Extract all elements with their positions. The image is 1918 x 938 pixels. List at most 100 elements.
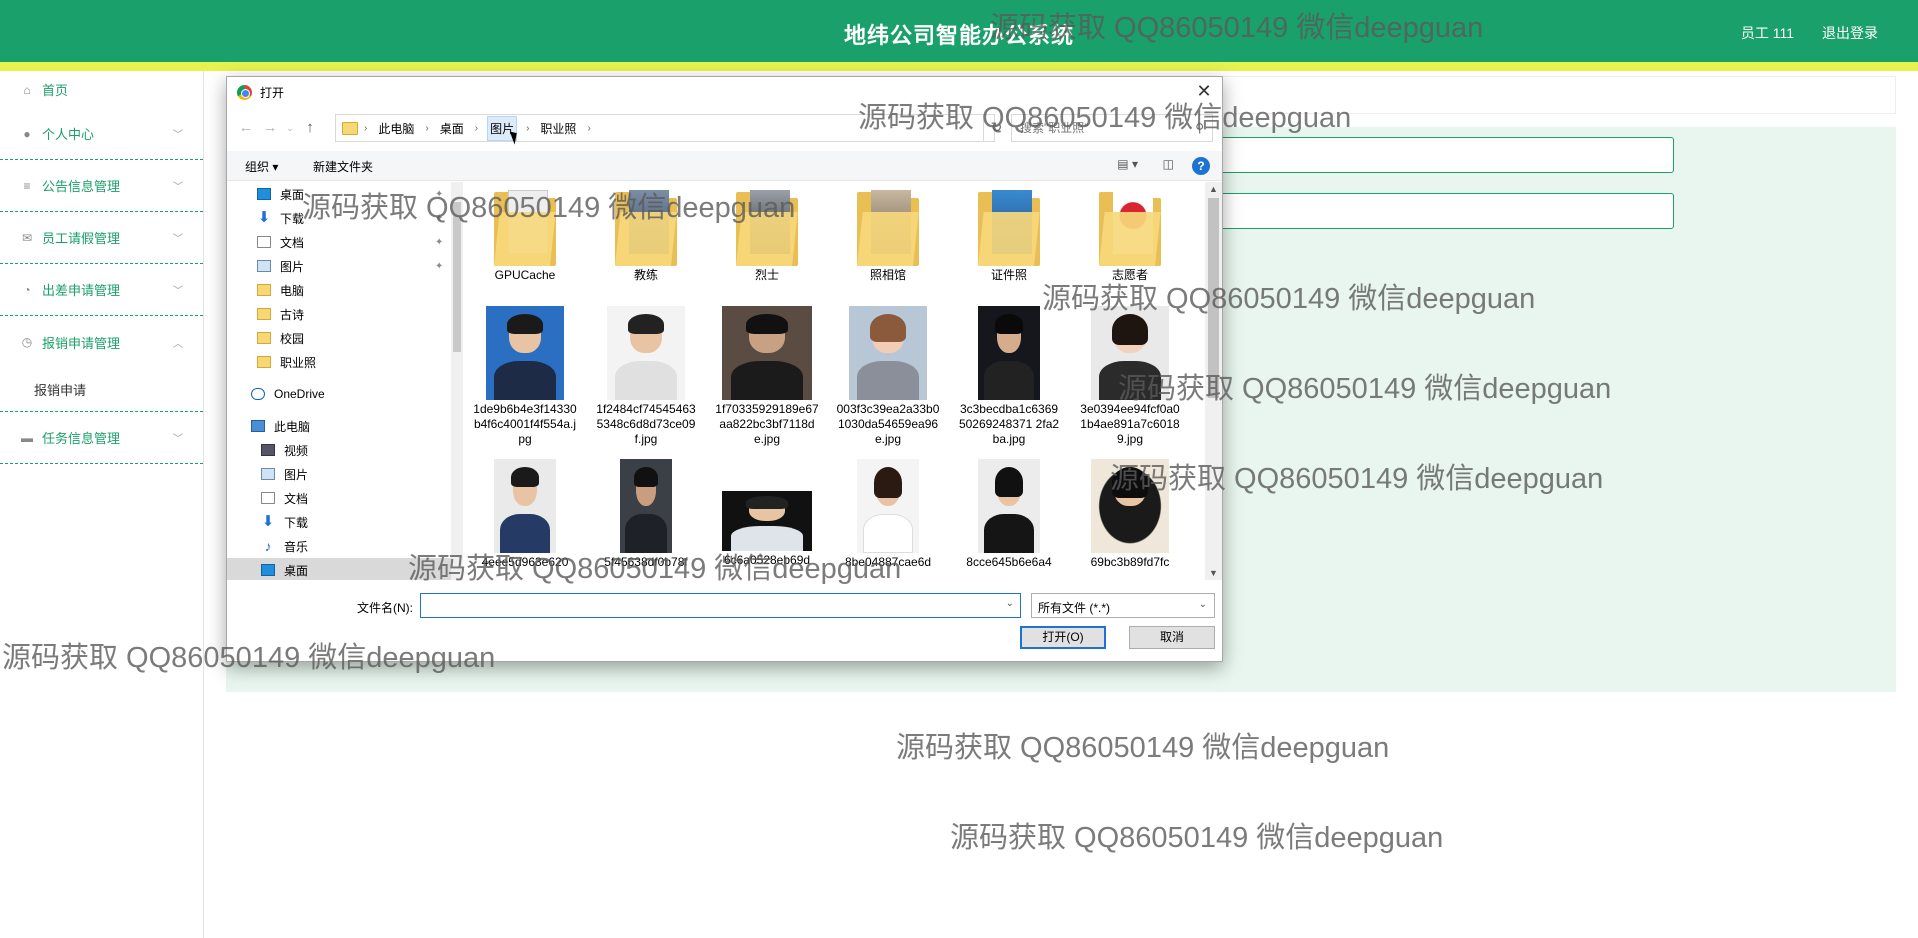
folder-item[interactable]: 烈士 xyxy=(715,190,819,283)
image-file-item[interactable]: 5f45638df0b78f xyxy=(594,459,698,570)
computer-icon xyxy=(251,420,265,432)
recent-dropdown-icon[interactable]: ⌄ xyxy=(281,119,299,137)
image-file-item[interactable]: 3c3becdba1c636950269248371 2fa2ba.jpg xyxy=(957,306,1061,447)
file-name: 69bc3b89fd7fc xyxy=(1090,555,1170,569)
file-name: 4eee5d963e620 xyxy=(481,555,569,569)
cancel-button[interactable]: 取消 xyxy=(1129,626,1215,649)
tree-item[interactable]: 文档 xyxy=(227,486,451,510)
forward-arrow-icon[interactable]: → xyxy=(261,119,279,137)
sidebar-item-business-trip[interactable]: ◔ 出差申请管理 ﹀ xyxy=(0,264,203,316)
scroll-up-icon[interactable]: ▲ xyxy=(1209,184,1218,194)
music-icon: ♪ xyxy=(264,538,272,554)
chevron-down-icon: ﹀ xyxy=(173,434,183,445)
filetype-select[interactable]: 所有文件 (*.*) ⌄ xyxy=(1031,593,1215,618)
tree-scrollbar[interactable] xyxy=(451,182,463,580)
pin-icon: ✦ xyxy=(435,260,444,272)
folder-item[interactable]: 证件照 xyxy=(957,190,1061,283)
up-arrow-icon[interactable]: ↑ xyxy=(301,119,319,137)
tree-item[interactable]: 桌面 ✦ xyxy=(227,182,451,206)
sidebar-subitem-reimbursement-apply[interactable]: 报销申请 xyxy=(0,368,203,412)
image-file-item[interactable]: 6c6a0528eb69d xyxy=(715,459,819,568)
breadcrumb-item[interactable]: 职业照 xyxy=(538,117,578,140)
app-title: 地纬公司智能办公系统 xyxy=(843,23,1074,48)
sidebar-item-notices[interactable]: ≡ 公告信息管理 ﹀ xyxy=(0,160,203,212)
scroll-down-icon[interactable]: ▼ xyxy=(1209,568,1218,578)
tree-item[interactable]: 图片 xyxy=(227,462,451,486)
folder-item[interactable]: 照相馆 xyxy=(836,190,940,283)
home-icon: ⌂ xyxy=(23,82,31,97)
tree-item[interactable]: 此电脑 xyxy=(227,414,451,438)
tree-item-label: 电脑 xyxy=(280,283,305,298)
image-file-item[interactable]: 8be04887cae6d xyxy=(836,459,940,570)
sidebar-item-home[interactable]: ⌂ 首页 xyxy=(0,71,203,108)
search-input[interactable] xyxy=(1020,121,1180,135)
image-file-item[interactable]: 003f3c39ea2a33b01030da54659ea96e.jpg xyxy=(836,306,940,447)
sidebar-item-reimbursement[interactable]: ◷ 报销申请管理 ︿ xyxy=(0,316,203,368)
folder-item[interactable]: GPUCache xyxy=(473,190,577,283)
file-name: 8cce645b6e6a4 xyxy=(966,555,1052,569)
chevron-down-icon[interactable]: ⌄ xyxy=(1006,598,1014,609)
search-box[interactable]: ⚲ xyxy=(1011,114,1213,142)
pin-icon: ✦ xyxy=(435,212,444,224)
address-bar[interactable]: › 此电脑 › 桌面 › 图片 › 职业照 › xyxy=(335,114,995,142)
image-file-item[interactable]: 69bc3b89fd7fc xyxy=(1078,459,1182,570)
organize-button[interactable]: 组织 ▾ xyxy=(245,158,278,175)
filename-input[interactable] xyxy=(427,594,987,616)
document-icon xyxy=(261,492,275,504)
tree-item-label: 桌面 xyxy=(284,563,309,578)
file-name: 1f2484cf745454635348c6d8d73ce09f.jpg xyxy=(596,402,696,446)
tree-item[interactable]: 校园 xyxy=(227,326,451,350)
tree-item-label: 桌面 xyxy=(280,187,305,202)
view-options-icon[interactable]: ▤ ▾ xyxy=(1117,157,1138,171)
sidebar-item-label: 任务信息管理 xyxy=(42,431,121,446)
image-file-item[interactable]: 1f70335929189e67aa822bc3bf7118de.jpg xyxy=(715,306,819,447)
tree-item[interactable]: 职业照 xyxy=(227,350,451,374)
tree-item[interactable]: OneDrive xyxy=(227,382,451,406)
file-name: 照相馆 xyxy=(869,268,906,282)
file-name: 3e0394ee94fcf0a01b4ae891a7c60189.jpg xyxy=(1080,402,1180,446)
folder-icon xyxy=(342,121,358,135)
tree-item[interactable]: 视频 xyxy=(227,438,451,462)
file-name: 证件照 xyxy=(990,268,1027,282)
image-file-item[interactable]: 4eee5d963e620 xyxy=(473,459,577,570)
current-user[interactable]: 员工 111 xyxy=(1741,23,1794,43)
tree-item[interactable]: ⬇ 下载 xyxy=(227,510,451,534)
image-file-item[interactable]: 8cce645b6e6a4 xyxy=(957,459,1061,570)
preview-pane-icon[interactable]: ◫ xyxy=(1163,157,1174,171)
file-grid-scrollbar[interactable]: ▲ ▼ xyxy=(1205,182,1222,580)
help-icon[interactable]: ? xyxy=(1192,157,1210,175)
folder-icon xyxy=(257,308,271,320)
mail-icon: ✉ xyxy=(21,230,33,245)
breadcrumb-item[interactable]: 桌面 xyxy=(438,117,466,140)
folder-item[interactable]: 志愿者 xyxy=(1078,190,1182,283)
image-file-item[interactable]: 1f2484cf745454635348c6d8d73ce09f.jpg xyxy=(594,306,698,447)
tree-item[interactable]: 电脑 xyxy=(227,278,451,302)
breadcrumb-item[interactable]: 此电脑 xyxy=(376,117,416,140)
filename-field[interactable]: ⌄ xyxy=(420,593,1021,618)
file-name: 8be04887cae6d xyxy=(844,555,932,569)
close-icon[interactable]: ✕ xyxy=(1194,81,1214,101)
document-icon xyxy=(257,236,271,248)
refresh-icon[interactable]: ↻ xyxy=(983,114,1009,142)
tree-item[interactable]: 桌面 xyxy=(227,558,451,580)
file-name: 6c6a0528eb69d xyxy=(723,553,811,567)
new-folder-button[interactable]: 新建文件夹 xyxy=(313,158,373,175)
desktop-icon xyxy=(261,564,275,576)
sidebar-item-personal-center[interactable]: ● 个人中心 ﹀ xyxy=(0,108,203,160)
logout-link[interactable]: 退出登录 xyxy=(1822,23,1878,43)
sidebar-item-tasks[interactable]: ▬ 任务信息管理 ﹀ xyxy=(0,412,203,464)
tree-item[interactable]: 古诗 xyxy=(227,302,451,326)
image-file-item[interactable]: 1de9b6b4e3f14330b4f6c4001f4f554a.jpg xyxy=(473,306,577,447)
tree-item[interactable]: ⬇ 下载 ✦ xyxy=(227,206,451,230)
image-file-item[interactable]: 3e0394ee94fcf0a01b4ae891a7c60189.jpg xyxy=(1078,306,1182,447)
tree-item[interactable]: 图片 ✦ xyxy=(227,254,451,278)
image-thumbnail xyxy=(1091,459,1169,553)
tree-item[interactable]: 文档 ✦ xyxy=(227,230,451,254)
tree-item[interactable]: ♪ 音乐 xyxy=(227,534,451,558)
open-button[interactable]: 打开(O) xyxy=(1020,626,1106,649)
tree-item-label: 图片 xyxy=(280,259,305,274)
image-thumbnail xyxy=(722,306,812,400)
folder-item[interactable]: 教练 xyxy=(594,190,698,283)
back-arrow-icon[interactable]: ← xyxy=(237,119,255,137)
sidebar-item-leave[interactable]: ✉ 员工请假管理 ﹀ xyxy=(0,212,203,264)
